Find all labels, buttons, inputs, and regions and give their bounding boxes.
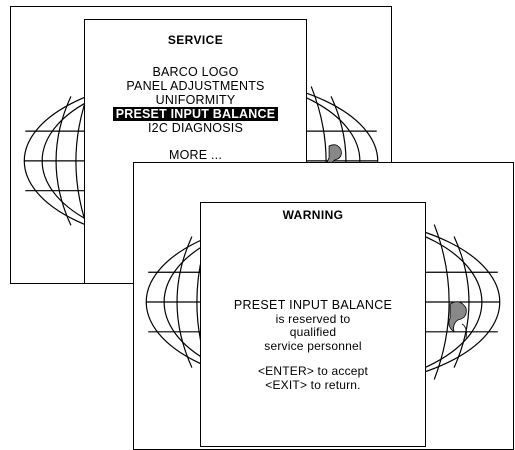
menu-item-more[interactable]: MORE ... [85, 148, 306, 162]
menu-item-label: PANEL ADJUSTMENTS [126, 79, 265, 93]
menu-item-barco-logo[interactable]: BARCO LOGO [85, 65, 306, 79]
menu-item-label: BARCO LOGO [152, 65, 239, 79]
menu-item-label: I2C DIAGNOSIS [148, 121, 243, 135]
menu-item-preset-input-balance[interactable]: PRESET INPUT BALANCE [85, 107, 306, 121]
exit-hint[interactable]: <EXIT> to return. [201, 378, 425, 393]
warning-dialog: WARNING PRESET INPUT BALANCE is reserved… [200, 202, 426, 447]
warning-line-2: qualified [289, 325, 337, 340]
warning-message: PRESET INPUT BALANCE is reserved to qual… [201, 298, 425, 393]
menu-item-label: UNIFORMITY [155, 93, 236, 107]
menu-item-i2c-diagnosis[interactable]: I2C DIAGNOSIS [85, 121, 306, 135]
menu-item-label: MORE ... [169, 148, 222, 162]
warning-screen: WARNING PRESET INPUT BALANCE is reserved… [133, 162, 514, 450]
warning-title: WARNING [282, 208, 344, 222]
menu-item-label: PRESET INPUT BALANCE [112, 107, 279, 121]
warning-line-1: is reserved to [275, 311, 351, 326]
menu-item-panel-adjustments[interactable]: PANEL ADJUSTMENTS [85, 79, 306, 93]
service-menu-list: BARCO LOGO PANEL ADJUSTMENTS UNIFORMITY … [85, 65, 306, 162]
enter-hint[interactable]: <ENTER> to accept [201, 365, 425, 379]
menu-item-uniformity[interactable]: UNIFORMITY [85, 93, 306, 107]
service-menu-title: SERVICE [167, 33, 224, 47]
warning-heading: PRESET INPUT BALANCE [233, 298, 393, 312]
warning-line-3: service personnel [264, 338, 362, 353]
